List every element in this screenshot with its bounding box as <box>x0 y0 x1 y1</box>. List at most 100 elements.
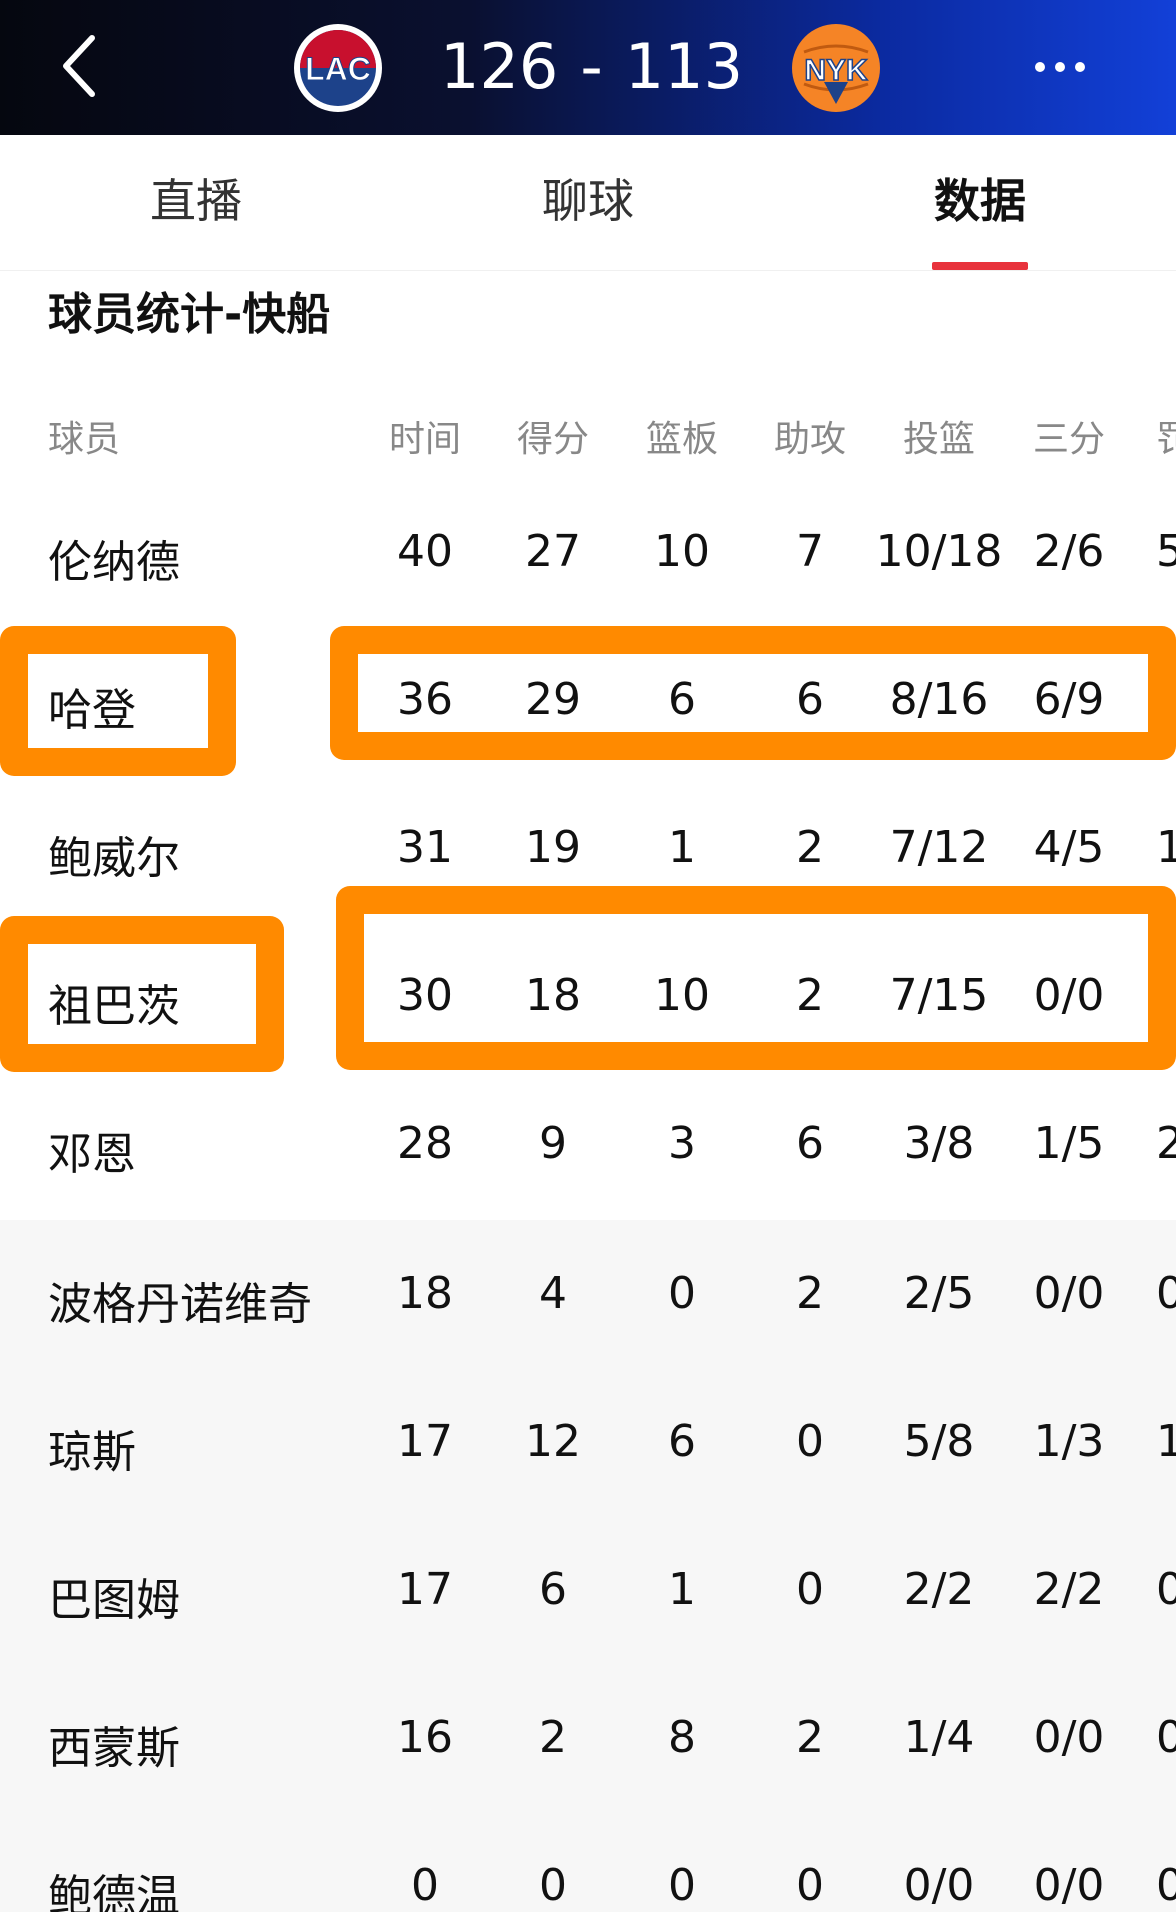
table-row[interactable]: 祖巴茨 30 18 10 2 7/15 0/0 <box>0 922 1176 1070</box>
stat-field-goals: 7/12 <box>889 822 989 873</box>
away-score: 113 <box>624 30 744 103</box>
stat-field-goals: 2/5 <box>903 1268 975 1319</box>
lac-logo-icon[interactable]: LAC <box>292 22 384 114</box>
game-score: 126-113 <box>440 24 744 110</box>
stat-three-pointers: 0/0 <box>1033 970 1105 1021</box>
stat-rebounds: 8 <box>668 1712 696 1763</box>
more-options-button[interactable] <box>1030 52 1100 82</box>
stat-rebounds: 6 <box>668 674 696 725</box>
stat-field-goals: 7/15 <box>889 970 989 1021</box>
stat-field-goals: 5/8 <box>903 1416 975 1467</box>
stat-field-goals: 10/18 <box>875 526 1003 577</box>
table-row[interactable]: 伦纳德 40 27 10 7 10/18 2/6 5 <box>0 478 1176 626</box>
column-header-points[interactable]: 得分 <box>498 410 608 462</box>
stat-time: 40 <box>397 526 453 577</box>
stat-assists: 2 <box>796 1268 824 1319</box>
column-header-player: 球员 <box>48 419 121 460</box>
stat-assists: 6 <box>796 674 824 725</box>
back-arrow-icon <box>63 35 95 97</box>
column-header-rebounds[interactable]: 篮板 <box>627 410 737 462</box>
player-name[interactable]: 鲍德温 <box>48 1860 180 1912</box>
player-name[interactable]: 巴图姆 <box>48 1564 180 1628</box>
column-header-field-goals[interactable]: 投篮 <box>868 410 1010 462</box>
stat-points: 0 <box>539 1860 567 1911</box>
stat-time: 30 <box>397 970 453 1021</box>
stat-three-pointers: 0/0 <box>1033 1268 1105 1319</box>
stat-time: 17 <box>397 1416 453 1467</box>
stat-field-goals: 3/8 <box>903 1118 975 1169</box>
stat-points: 4 <box>539 1268 567 1319</box>
player-name[interactable]: 西蒙斯 <box>48 1712 180 1776</box>
stat-time: 17 <box>397 1564 453 1615</box>
stat-assists: 2 <box>796 970 824 1021</box>
stat-free-throws: 0 <box>1156 1712 1176 1763</box>
stat-rebounds: 6 <box>668 1416 696 1467</box>
stat-time: 28 <box>397 1118 453 1169</box>
stat-rebounds: 1 <box>668 822 696 873</box>
stat-points: 27 <box>525 526 581 577</box>
column-header-assists[interactable]: 助攻 <box>755 410 865 462</box>
stat-free-throws: 1 <box>1156 1416 1176 1467</box>
player-name[interactable]: 琼斯 <box>48 1416 136 1480</box>
stat-assists: 0 <box>796 1564 824 1615</box>
stat-three-pointers: 4/5 <box>1033 822 1105 873</box>
stat-assists: 2 <box>796 822 824 873</box>
table-row[interactable]: 哈登 36 29 6 6 8/16 6/9 <box>0 626 1176 774</box>
table-row[interactable]: 鲍威尔 31 19 1 2 7/12 4/5 1 <box>0 774 1176 922</box>
stat-rebounds: 1 <box>668 1564 696 1615</box>
column-header-time[interactable]: 时间 <box>370 410 480 462</box>
table-row[interactable]: 波格丹诺维奇 18 4 0 2 2/5 0/0 0 <box>0 1220 1176 1368</box>
stat-field-goals: 8/16 <box>889 674 989 725</box>
tab-stats[interactable]: 数据 <box>880 165 1080 231</box>
table-row[interactable]: 琼斯 17 12 6 0 5/8 1/3 1 <box>0 1368 1176 1516</box>
stat-time: 36 <box>397 674 453 725</box>
svg-text:NYK: NYK <box>804 54 868 87</box>
stat-free-throws: 1 <box>1156 822 1176 873</box>
table-row[interactable]: 巴图姆 17 6 1 0 2/2 2/2 0 <box>0 1516 1176 1664</box>
stat-three-pointers: 0/0 <box>1033 1860 1105 1911</box>
stat-rebounds: 10 <box>654 970 710 1021</box>
player-name[interactable]: 邓恩 <box>48 1118 136 1182</box>
column-header-free-throws[interactable]: 罚 <box>1156 410 1176 462</box>
player-name[interactable]: 祖巴茨 <box>48 970 180 1034</box>
section-title: 球员统计-快船 <box>48 289 331 340</box>
stat-points: 2 <box>539 1712 567 1763</box>
player-name[interactable]: 哈登 <box>48 674 136 738</box>
stat-assists: 6 <box>796 1118 824 1169</box>
player-name[interactable]: 伦纳德 <box>48 526 180 590</box>
stat-three-pointers: 2/6 <box>1033 526 1105 577</box>
tab-chat[interactable]: 聊球 <box>488 165 688 231</box>
stat-rebounds: 10 <box>654 526 710 577</box>
stat-time: 31 <box>397 822 453 873</box>
column-header-three-pointers[interactable]: 三分 <box>1010 410 1128 462</box>
stat-points: 29 <box>525 674 581 725</box>
table-row[interactable]: 西蒙斯 16 2 8 2 1/4 0/0 0 <box>0 1664 1176 1812</box>
player-name[interactable]: 波格丹诺维奇 <box>48 1268 312 1332</box>
stat-assists: 0 <box>796 1416 824 1467</box>
nyk-logo-icon[interactable]: NYK <box>790 22 882 114</box>
score-header: LAC 126-113 NYK <box>0 0 1176 135</box>
stat-assists: 0 <box>796 1860 824 1911</box>
stat-rebounds: 3 <box>668 1118 696 1169</box>
table-row[interactable]: 邓恩 28 9 3 6 3/8 1/5 2 <box>0 1070 1176 1218</box>
table-row[interactable]: 鲍德温 0 0 0 0 0/0 0/0 0 <box>0 1812 1176 1912</box>
stat-assists: 7 <box>796 526 824 577</box>
stat-assists: 2 <box>796 1712 824 1763</box>
stat-free-throws: 5 <box>1156 526 1176 577</box>
more-dots-icon <box>1030 62 1090 86</box>
stat-field-goals: 0/0 <box>903 1860 975 1911</box>
stat-time: 0 <box>411 1860 439 1911</box>
stat-field-goals: 2/2 <box>903 1564 975 1615</box>
stat-free-throws: 0 <box>1156 1564 1176 1615</box>
stat-free-throws: 0 <box>1156 1860 1176 1911</box>
tab-live[interactable]: 直播 <box>96 165 296 231</box>
active-tab-indicator <box>932 262 1028 270</box>
back-button[interactable] <box>52 30 112 102</box>
stat-field-goals: 1/4 <box>903 1712 975 1763</box>
stat-points: 12 <box>525 1416 581 1467</box>
stat-three-pointers: 6/9 <box>1033 674 1105 725</box>
svg-text:LAC: LAC <box>305 51 371 87</box>
player-name[interactable]: 鲍威尔 <box>48 822 180 886</box>
game-stats-page: LAC 126-113 NYK 直播 聊球 数据 球员统计-快船 球员 时间 得… <box>0 0 1176 1912</box>
stat-free-throws: 0 <box>1156 1268 1176 1319</box>
